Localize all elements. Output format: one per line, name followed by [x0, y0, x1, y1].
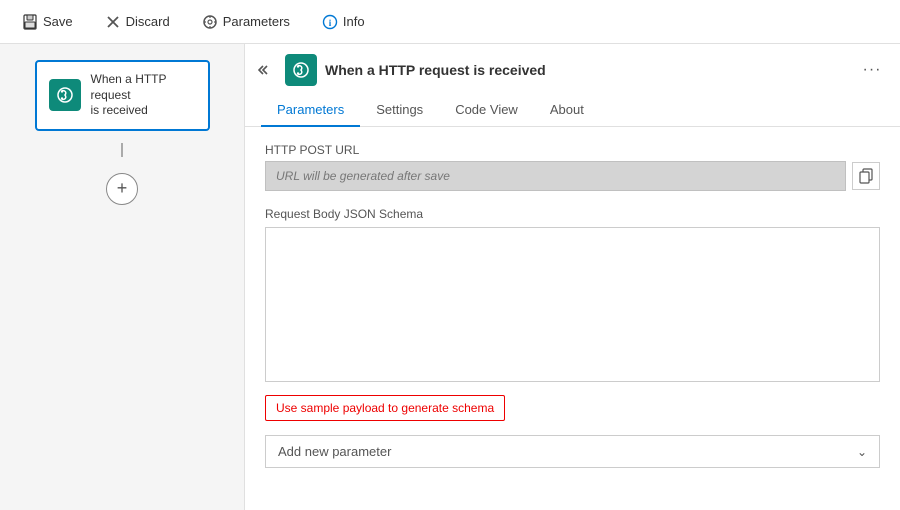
save-button[interactable]: Save — [16, 10, 79, 34]
trigger-node[interactable]: When a HTTP request is received — [35, 60, 210, 131]
chevron-down-icon: ⌄ — [857, 445, 867, 459]
add-step-button[interactable]: + — [106, 173, 138, 205]
discard-label: Discard — [126, 14, 170, 29]
discard-icon — [105, 14, 121, 30]
trigger-node-icon — [49, 79, 81, 111]
url-placeholder-text: URL will be generated after save — [276, 169, 450, 183]
left-panel: When a HTTP request is received + — [0, 44, 245, 510]
sample-payload-button[interactable]: Use sample payload to generate schema — [265, 395, 505, 421]
trigger-node-label: When a HTTP request is received — [91, 72, 196, 119]
right-panel: When a HTTP request is received ··· Para… — [245, 44, 900, 510]
copy-url-button[interactable] — [852, 162, 880, 190]
collapse-button[interactable] — [253, 58, 277, 82]
toolbar: Save Discard Parameters — [0, 0, 900, 44]
right-panel-icon — [285, 54, 317, 86]
info-label: Info — [343, 14, 365, 29]
add-param-label: Add new parameter — [278, 444, 391, 459]
svg-text:i: i — [329, 18, 332, 28]
url-field-label: HTTP POST URL — [265, 143, 880, 157]
tab-about[interactable]: About — [534, 94, 600, 127]
tab-bar: Parameters Settings Code View About — [245, 94, 900, 127]
parameters-icon — [202, 14, 218, 30]
tab-parameters[interactable]: Parameters — [261, 94, 360, 127]
more-options-button[interactable]: ··· — [860, 58, 884, 82]
main-layout: When a HTTP request is received + — [0, 44, 900, 510]
right-panel-header: When a HTTP request is received ··· — [245, 44, 900, 86]
schema-label: Request Body JSON Schema — [265, 207, 880, 221]
url-field: URL will be generated after save — [265, 161, 846, 191]
connector-line — [121, 143, 123, 157]
parameters-content: HTTP POST URL URL will be generated afte… — [245, 127, 900, 510]
schema-textarea[interactable] — [265, 227, 880, 382]
parameters-button[interactable]: Parameters — [196, 10, 296, 34]
info-icon: i — [322, 14, 338, 30]
add-parameter-row[interactable]: Add new parameter ⌄ — [265, 435, 880, 468]
discard-button[interactable]: Discard — [99, 10, 176, 34]
url-field-container: URL will be generated after save — [265, 161, 880, 191]
parameters-label: Parameters — [223, 14, 290, 29]
tab-code-view[interactable]: Code View — [439, 94, 534, 127]
save-icon — [22, 14, 38, 30]
right-panel-title: When a HTTP request is received — [325, 62, 852, 78]
save-label: Save — [43, 14, 73, 29]
info-button[interactable]: i Info — [316, 10, 371, 34]
tab-settings[interactable]: Settings — [360, 94, 439, 127]
